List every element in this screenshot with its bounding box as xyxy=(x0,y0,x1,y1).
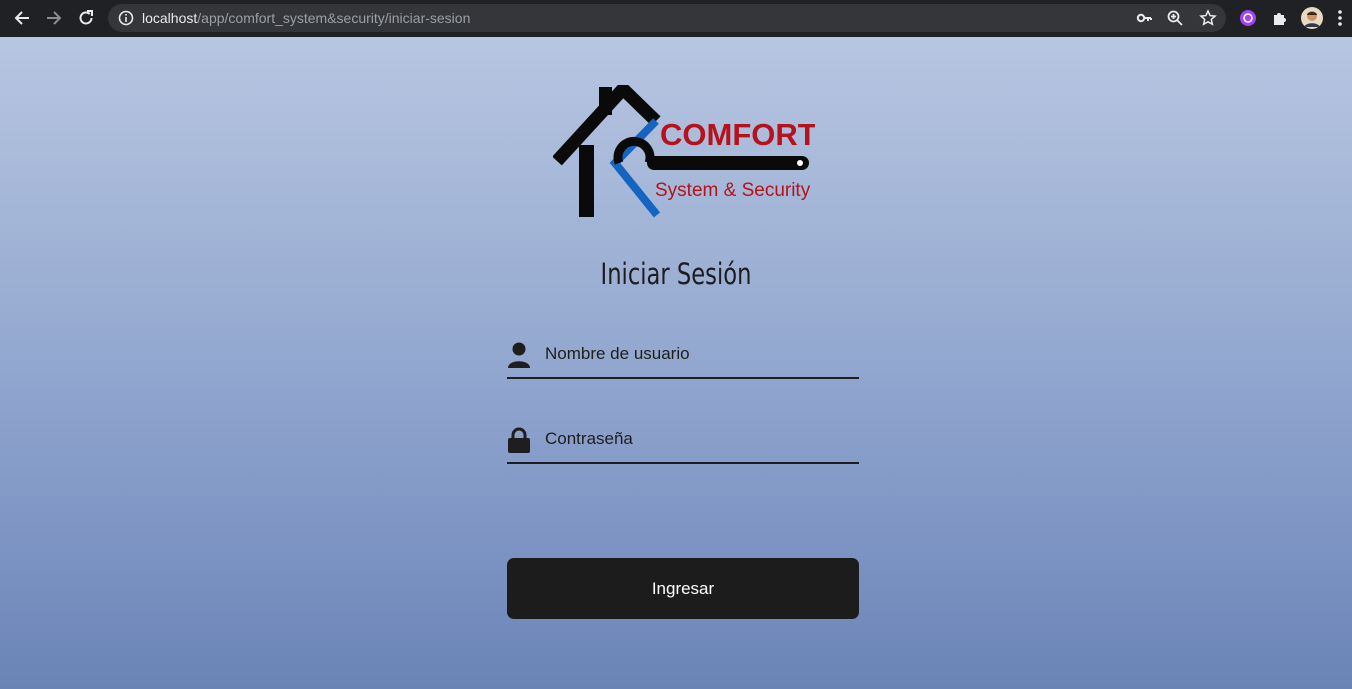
username-input[interactable] xyxy=(545,341,855,367)
logo-brand: COMFORT xyxy=(660,117,815,152)
key-icon[interactable] xyxy=(1135,9,1153,27)
logo-tagline: System & Security xyxy=(655,180,811,201)
forward-icon[interactable] xyxy=(42,6,66,30)
info-icon[interactable] xyxy=(117,9,135,27)
submit-button[interactable]: Ingresar xyxy=(507,558,859,619)
user-icon xyxy=(508,342,530,368)
extension-icon[interactable] xyxy=(1237,7,1259,29)
avatar[interactable] xyxy=(1301,7,1323,29)
url-text[interactable]: localhost/app/comfort_system&security/in… xyxy=(142,10,470,26)
username-field xyxy=(507,335,859,379)
url-host: localhost xyxy=(142,10,198,26)
page-title: Iniciar Sesión xyxy=(600,257,752,291)
url-path: /app/comfort_system&security/iniciar-ses… xyxy=(197,10,471,26)
star-icon[interactable] xyxy=(1199,9,1217,27)
password-field xyxy=(507,420,859,464)
reload-icon[interactable] xyxy=(74,6,98,30)
zoom-icon[interactable] xyxy=(1166,9,1184,27)
back-icon[interactable] xyxy=(10,6,34,30)
lock-icon xyxy=(508,427,530,453)
login-page: COMFORT System & Security Iniciar Sesión… xyxy=(0,37,1352,689)
menu-icon[interactable] xyxy=(1333,7,1347,29)
browser-toolbar: localhost/app/comfort_system&security/in… xyxy=(0,0,1352,37)
password-input[interactable] xyxy=(545,426,855,452)
puzzle-icon[interactable] xyxy=(1269,7,1291,29)
address-bar[interactable]: localhost/app/comfort_system&security/in… xyxy=(108,4,1226,32)
company-logo: COMFORT System & Security xyxy=(553,85,815,218)
